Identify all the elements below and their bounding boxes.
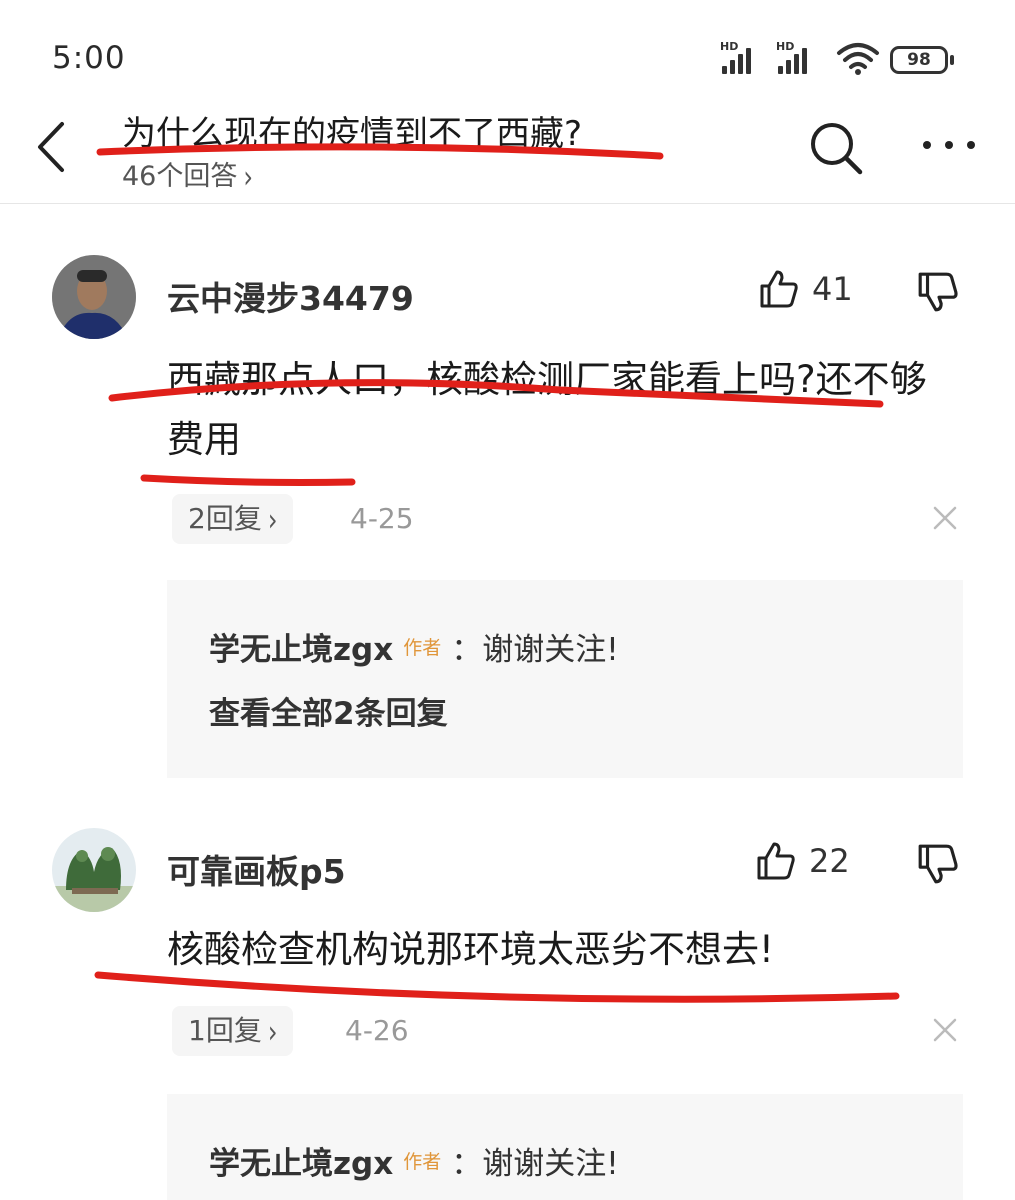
reply-count: 2回复 <box>188 502 262 535</box>
status-time: 5:00 <box>52 40 126 76</box>
reply-count-button[interactable]: 1回复 › <box>172 1006 294 1056</box>
avatar[interactable] <box>52 828 136 912</box>
comment-username[interactable]: 云中漫步34479 <box>167 272 414 320</box>
comment-date: 4-25 <box>350 502 414 535</box>
status-bar: 5:00 HD HD 98 <box>0 0 1015 100</box>
signal-icon: HD <box>776 40 820 74</box>
reply-author[interactable]: 学无止境zgx <box>209 632 393 668</box>
battery-icon: 98 <box>890 46 954 74</box>
back-icon[interactable] <box>28 118 76 176</box>
battery-level: 98 <box>907 50 931 70</box>
like-button[interactable]: 22 <box>755 840 855 884</box>
reply-text: ：谢谢关注! <box>451 632 619 668</box>
search-icon[interactable] <box>808 120 864 176</box>
close-icon[interactable] <box>930 1015 960 1045</box>
thumbs-up-icon <box>757 842 795 880</box>
like-count: 41 <box>812 270 853 308</box>
chevron-right-icon: › <box>267 501 278 539</box>
comment-date: 4-26 <box>345 1014 409 1047</box>
reply-box: 学无止境zgx 作者 ：谢谢关注! 查看全部2条回复 <box>167 580 963 778</box>
answers-count-link[interactable]: 46个回答 › <box>122 154 253 196</box>
comment-text: 核酸检查机构说那环境太恶劣不想去! <box>167 928 774 971</box>
wifi-icon <box>837 43 879 75</box>
author-badge: 作者 <box>403 1151 442 1173</box>
reply-box: 学无止境zgx 作者 ：谢谢关注! <box>167 1094 963 1200</box>
comment-username[interactable]: 可靠画板p5 <box>167 845 346 893</box>
comment-text: 西藏那点人口，核酸检测厂家能看上吗?还不够费用 <box>167 358 927 461</box>
reply-count-button[interactable]: 2回复 › <box>172 494 294 544</box>
signal-icon: HD <box>720 40 764 74</box>
question-header: 为什么现在的疫情到不了西藏? 46个回答 › <box>0 100 1015 204</box>
answers-count: 46个回答 <box>122 161 238 192</box>
like-button[interactable]: 41 <box>758 268 858 312</box>
reply-line: 学无止境zgx 作者 ：谢谢关注! <box>209 1138 619 1183</box>
reply-text: ：谢谢关注! <box>451 1146 619 1182</box>
avatar[interactable] <box>52 255 136 339</box>
reply-count: 1回复 <box>188 1014 262 1047</box>
reply-line: 学无止境zgx 作者 ：谢谢关注! <box>209 624 619 669</box>
thumbs-up-icon <box>760 270 798 308</box>
more-icon[interactable] <box>918 130 980 160</box>
view-all-replies-link[interactable]: 查看全部2条回复 <box>209 688 448 733</box>
author-badge: 作者 <box>403 637 442 659</box>
chevron-right-icon: › <box>267 1013 278 1051</box>
reply-author[interactable]: 学无止境zgx <box>209 1146 393 1182</box>
red-underline <box>140 474 356 486</box>
close-icon[interactable] <box>930 503 960 533</box>
like-count: 22 <box>809 842 850 880</box>
chevron-right-icon: › <box>243 158 253 196</box>
thumbs-down-icon[interactable] <box>916 270 960 314</box>
thumbs-down-icon[interactable] <box>916 842 960 886</box>
question-title[interactable]: 为什么现在的疫情到不了西藏? <box>122 106 582 155</box>
